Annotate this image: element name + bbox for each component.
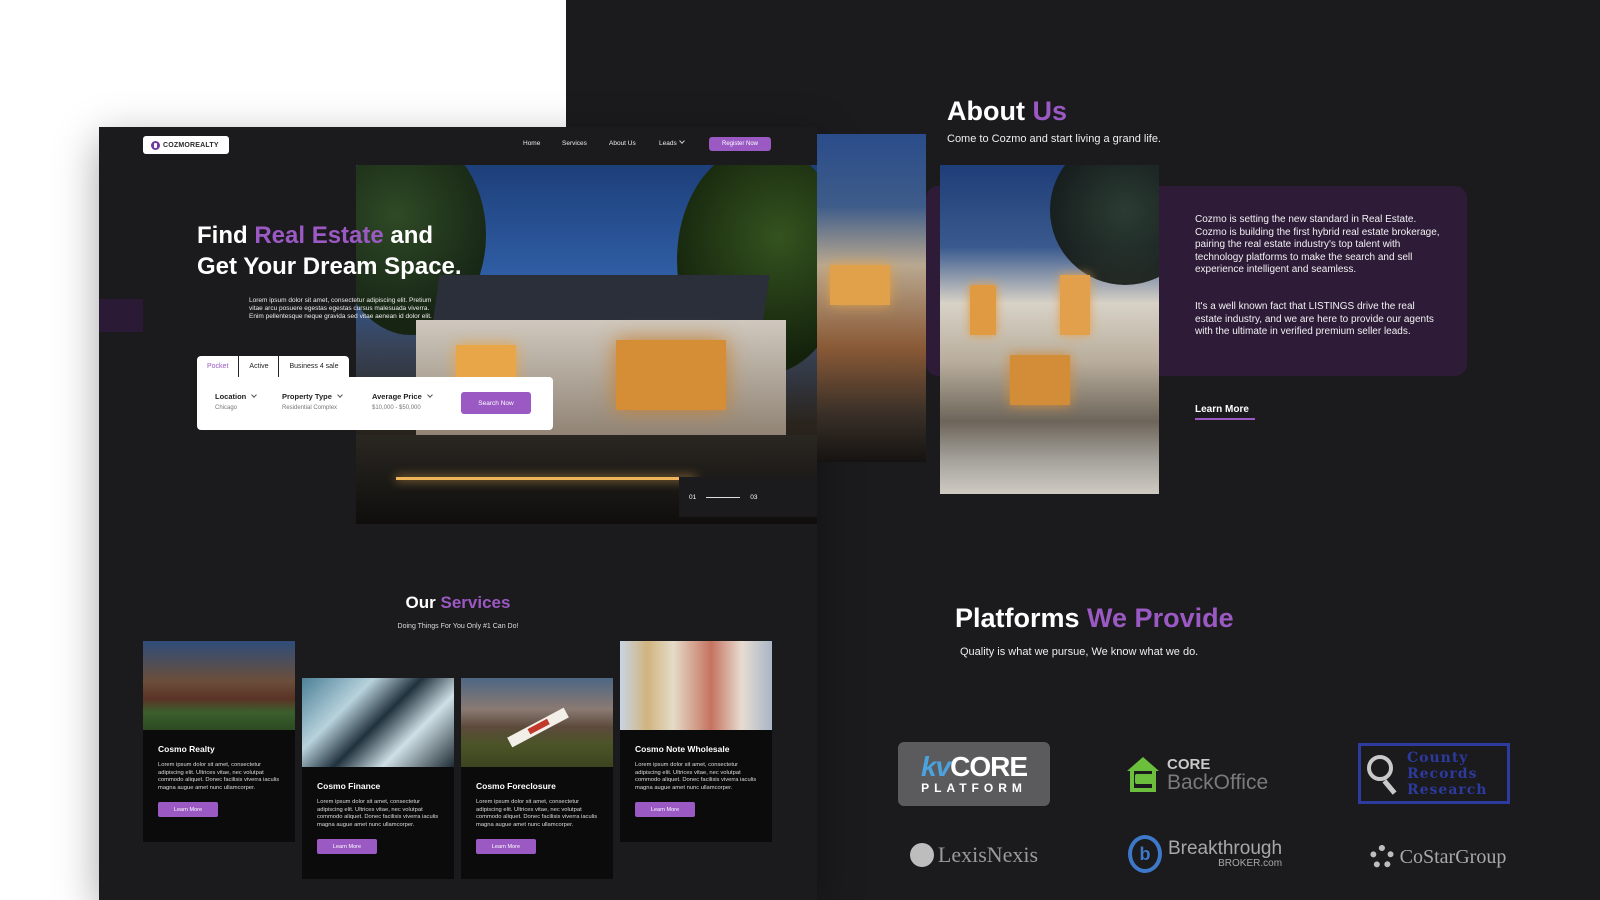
breakthrough-b-icon: b — [1127, 835, 1162, 873]
slide-indicator[interactable]: 01 03 — [679, 477, 817, 517]
learn-more-button[interactable]: Learn More — [635, 802, 695, 817]
service-card-title: Cosmo Note Wholesale — [635, 744, 730, 754]
service-card-image — [620, 641, 772, 730]
core-top-text: CORE — [1167, 755, 1211, 773]
nav-leads-label: Leads — [659, 140, 677, 147]
chevron-down-icon — [426, 392, 433, 398]
kvcore-k: kv — [920, 751, 951, 782]
learn-more-button[interactable]: Learn More — [317, 839, 377, 854]
service-card-image — [302, 678, 454, 767]
kvcore-platform: PLATFORM — [921, 781, 1027, 795]
service-card-image — [143, 641, 295, 730]
hero-title-line2: Get Your Dream Space. — [197, 253, 462, 280]
nav-leads[interactable]: Leads — [659, 138, 685, 147]
broker-text: BROKER.com — [1218, 858, 1283, 869]
about-paragraph: Cozmo is setting the new standard in Rea… — [1195, 214, 1440, 275]
service-card-title: Cosmo Realty — [158, 744, 215, 754]
breakthrough-text: Breakthrough — [1167, 838, 1283, 859]
hero-title: Find Real Estate and Get Your Dream Spac… — [197, 220, 497, 282]
about-paragraph: It's a well known fact that LISTINGS dri… — [1195, 301, 1434, 337]
tab-active[interactable]: Active — [239, 356, 280, 378]
county-line-1: County — [1407, 749, 1469, 766]
slide-current: 01 — [689, 493, 697, 501]
lexis-text: LexisNexis — [937, 842, 1039, 867]
service-card-text: Lorem ipsum dolor sit amet, consectetur … — [158, 762, 280, 791]
nav-services[interactable]: Services — [562, 140, 587, 147]
property-type-value: Residential Complex — [282, 405, 338, 411]
search-tabs: Pocket Active Business 4 sale — [197, 356, 349, 378]
kvcore-logo: kvCORE PLATFORM — [898, 742, 1050, 806]
breakthrough-broker-logo: b Breakthrough BROKER.com — [1125, 832, 1285, 876]
service-card: Cosmo Note Wholesale Lorem ipsum dolor s… — [620, 641, 772, 842]
tab-pocket[interactable]: Pocket — [197, 356, 240, 378]
nav-home[interactable]: Home — [523, 140, 540, 147]
average-price-select[interactable]: Average Price $10,000 - $50,000 — [372, 392, 433, 411]
lexis-dot-icon — [909, 843, 934, 867]
tab-business-4-sale[interactable]: Business 4 sale — [279, 356, 348, 378]
chevron-down-icon — [678, 138, 685, 144]
about-house-image — [940, 165, 1159, 494]
services-title: Our Services — [99, 593, 817, 613]
average-price-label: Average Price — [372, 392, 422, 401]
slide-progress-line — [706, 496, 741, 498]
about-subtitle: Come to Cozmo and start living a grand l… — [947, 133, 1161, 145]
search-now-button[interactable]: Search Now — [461, 392, 531, 414]
costar-star-icon — [1369, 845, 1394, 869]
location-label: Location — [215, 392, 247, 401]
chevron-down-icon — [337, 392, 343, 398]
search-card: Location Chicago Property Type Residenti… — [197, 377, 553, 430]
lexisnexis-logo: LexisNexis — [898, 838, 1050, 872]
homepage-mockup: 01 03 COZMOREALTY Home Services About Us… — [99, 127, 817, 900]
register-button[interactable]: Register Now — [709, 137, 771, 151]
learn-more-button[interactable]: Learn More — [476, 839, 536, 854]
platforms-title-a: Platforms — [955, 603, 1088, 633]
property-type-select[interactable]: Property Type Residential Complex — [282, 392, 343, 411]
hero-title-b: and — [383, 222, 434, 249]
core-bottom-text: BackOffice — [1167, 770, 1269, 794]
service-card-text: Lorem ipsum dolor sit amet, consectetur … — [317, 799, 439, 828]
house-money-icon — [1125, 757, 1161, 793]
chevron-down-icon — [251, 392, 258, 398]
hero-title-highlight: Real Estate — [254, 222, 384, 249]
foreclosure-sign-icon — [507, 707, 569, 748]
costar-text: CoStarGroup — [1399, 845, 1507, 868]
kvcore-core: CORE — [950, 751, 1028, 782]
about-title-highlight: Us — [1032, 96, 1067, 126]
platforms-title-highlight: We Provide — [1087, 603, 1234, 633]
property-type-label: Property Type — [282, 392, 332, 401]
service-card: Cosmo Finance Lorem ipsum dolor sit amet… — [302, 678, 454, 879]
slide-total: 03 — [750, 493, 758, 501]
service-card-title: Cosmo Foreclosure — [476, 781, 556, 791]
services-subtitle: Doing Things For You Only #1 Can Do! — [397, 623, 519, 630]
service-card-image — [461, 678, 613, 767]
learn-more-underline — [1195, 418, 1255, 420]
about-title: About Us — [947, 96, 1067, 127]
service-card: Cosmo Realty Lorem ipsum dolor sit amet,… — [143, 641, 295, 842]
service-card-title: Cosmo Finance — [317, 781, 381, 791]
county-line-3: Research — [1407, 781, 1488, 798]
service-card-text: Lorem ipsum dolor sit amet, consectetur … — [635, 762, 757, 791]
about-title-a: About — [947, 96, 1033, 126]
service-card: Cosmo Foreclosure Lorem ipsum dolor sit … — [461, 678, 613, 879]
platforms-title: Platforms We Provide — [955, 603, 1234, 634]
core-backoffice-logo: CORE BackOffice — [1125, 752, 1285, 798]
average-price-value: $10,000 - $50,000 — [372, 405, 421, 411]
location-value: Chicago — [215, 405, 238, 411]
county-records-research-logo: County Records Research — [1358, 743, 1510, 804]
location-select[interactable]: Location Chicago — [215, 392, 258, 411]
about-learn-more-link[interactable]: Learn More — [1195, 404, 1249, 415]
platforms-subtitle: Quality is what we pursue, We know what … — [960, 646, 1199, 658]
costar-group-logo: CoStarGroup — [1358, 840, 1518, 874]
services-title-highlight: Services — [440, 593, 511, 612]
magnifier-icon — [1367, 753, 1399, 795]
hero-description: Lorem ipsum dolor sit amet, consectetur … — [249, 297, 432, 320]
hero-title-a: Find — [197, 222, 255, 249]
service-card-text: Lorem ipsum dolor sit amet, consectetur … — [476, 799, 598, 828]
services-title-a: Our — [405, 593, 441, 612]
nav-about[interactable]: About Us — [609, 140, 636, 147]
decorative-band — [99, 299, 143, 332]
hero-image — [356, 165, 817, 524]
learn-more-button[interactable]: Learn More — [158, 802, 218, 817]
county-line-2: Records — [1407, 765, 1478, 782]
